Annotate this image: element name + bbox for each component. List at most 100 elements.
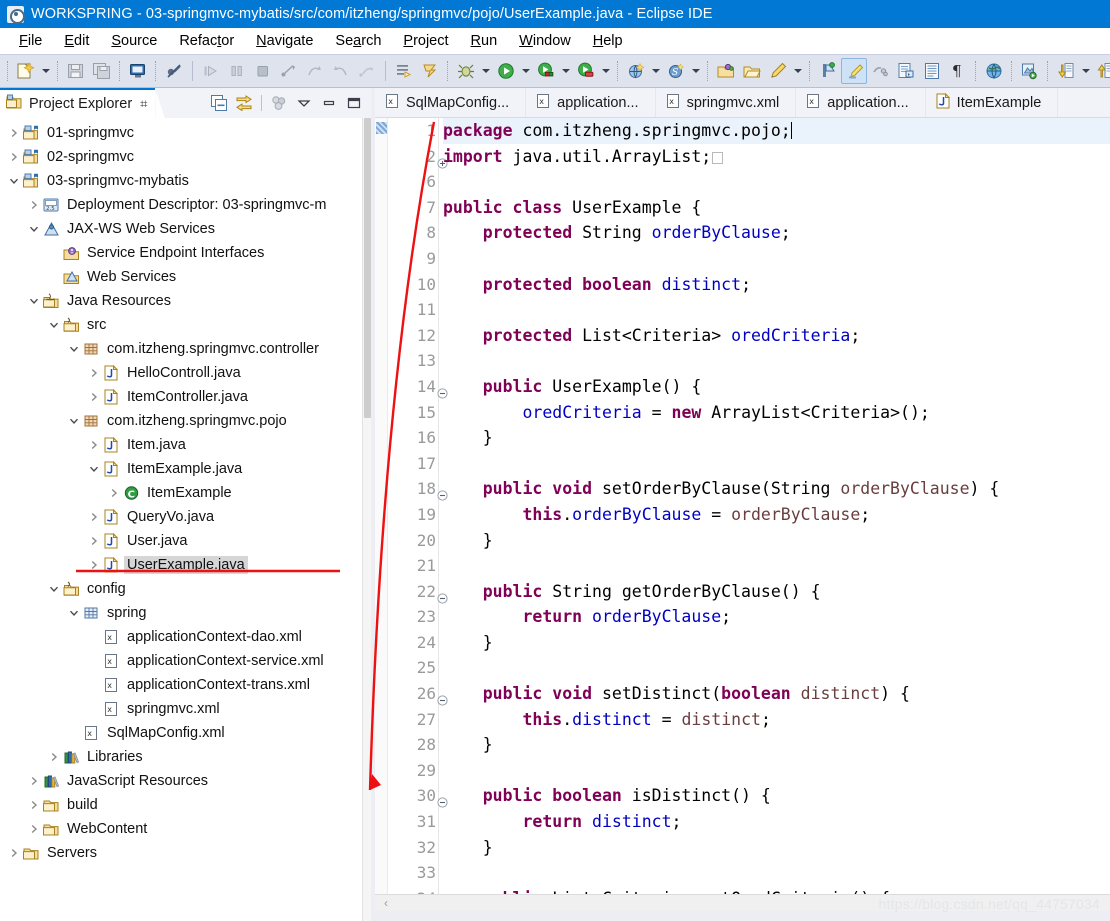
tree-item[interactable]: src <box>0 313 371 337</box>
tree-item[interactable]: Libraries <box>0 745 371 769</box>
chevron-right-icon[interactable] <box>86 440 102 450</box>
tree-item[interactable]: x SqlMapConfig.xml <box>0 721 371 745</box>
web-browser-icon[interactable] <box>981 58 1007 84</box>
collapse-all-icon[interactable] <box>211 95 227 111</box>
chevron-down-icon[interactable] <box>6 176 22 186</box>
debug-dropdown-icon[interactable] <box>479 58 493 84</box>
next-annotation-icon[interactable] <box>391 58 417 84</box>
tree-item[interactable]: 02-springmvc <box>0 145 371 169</box>
search-icon[interactable]: S <box>663 58 689 84</box>
tree-item[interactable]: x applicationContext-dao.xml <box>0 625 371 649</box>
profile-icon[interactable] <box>573 58 599 84</box>
tree-item[interactable]: 03-springmvc-mybatis <box>0 169 371 193</box>
chevron-down-icon[interactable] <box>86 464 102 474</box>
editor-tab[interactable]: ItemExample <box>926 88 1059 117</box>
menu-file[interactable]: File <box>8 31 53 51</box>
next-edit-icon[interactable] <box>1053 58 1079 84</box>
tree-item[interactable]: x springmvc.xml <box>0 697 371 721</box>
editor-tab[interactable]: x application... <box>796 88 926 117</box>
code-line[interactable]: public String getOrderByClause() { <box>443 579 1110 605</box>
code-line[interactable]: package com.itzheng.springmvc.pojo; <box>443 118 1110 144</box>
code-line[interactable] <box>443 655 1110 681</box>
code-line[interactable] <box>443 451 1110 477</box>
focus-on-active-task-icon[interactable] <box>271 95 287 111</box>
tree-item[interactable]: Web Services <box>0 265 371 289</box>
previous-annotation-icon[interactable] <box>417 58 443 84</box>
resume-icon[interactable] <box>198 58 224 84</box>
chevron-right-icon[interactable] <box>6 848 22 858</box>
tree-item[interactable]: x applicationContext-trans.xml <box>0 673 371 697</box>
menu-run[interactable]: Run <box>460 31 509 51</box>
code-line[interactable]: public void setOrderByClause(String orde… <box>443 476 1110 502</box>
code-line[interactable]: protected List<Criteria> oredCriteria; <box>443 323 1110 349</box>
tree-item[interactable]: Service Endpoint Interfaces <box>0 241 371 265</box>
previous-edit-icon[interactable] <box>1093 58 1110 84</box>
collapsed-import-box[interactable] <box>712 151 724 164</box>
external-tools-icon[interactable] <box>1017 58 1043 84</box>
tree-item[interactable]: User.java <box>0 529 371 553</box>
code-line[interactable]: } <box>443 425 1110 451</box>
code-line[interactable] <box>443 246 1110 272</box>
new-java-project-icon[interactable] <box>623 58 649 84</box>
drop-to-frame-icon[interactable] <box>354 58 380 84</box>
link-with-editor-icon[interactable] <box>236 95 252 112</box>
minimize-icon[interactable] <box>321 95 337 111</box>
chevron-right-icon[interactable] <box>86 392 102 402</box>
tree-item[interactable]: ItemController.java <box>0 385 371 409</box>
code-line[interactable]: } <box>443 630 1110 656</box>
tree-item[interactable]: C ItemExample <box>0 481 371 505</box>
tree-item[interactable]: WebContent <box>0 817 371 841</box>
editor-tab[interactable]: x SqlMapConfig... <box>375 88 527 117</box>
tree-item[interactable]: build <box>0 793 371 817</box>
chevron-down-icon[interactable] <box>66 608 82 618</box>
code-line[interactable] <box>443 348 1110 374</box>
pencil-icon[interactable] <box>765 58 791 84</box>
tree-item[interactable]: 01-springmvc <box>0 121 371 145</box>
scroll-left-icon[interactable]: ‹ <box>375 896 397 910</box>
chevron-right-icon[interactable] <box>26 800 42 810</box>
code-line[interactable]: public List<Criteria> getOredCriteria() … <box>443 886 1110 894</box>
toggle-highlight-icon[interactable] <box>841 58 867 84</box>
save-icon[interactable] <box>63 58 89 84</box>
editor-tab[interactable]: x springmvc.xml <box>656 88 797 117</box>
code-line[interactable]: public boolean isDistinct() { <box>443 783 1110 809</box>
code-line[interactable]: } <box>443 835 1110 861</box>
tree-item[interactable]: com.itzheng.springmvc.pojo <box>0 409 371 433</box>
run-icon[interactable] <box>493 58 519 84</box>
editor-body[interactable]: 1 2 6 7 8 9 10 11 12 13 14 15 16 17 18 19 20 21 22 23 24 25 26… <box>375 118 1110 894</box>
tree-item[interactable]: ItemExample.java <box>0 457 371 481</box>
tree-item[interactable]: spring <box>0 601 371 625</box>
explorer-scrollbar[interactable] <box>362 118 371 921</box>
terminate-icon[interactable] <box>250 58 276 84</box>
run-on-server-icon[interactable] <box>533 58 559 84</box>
main-toolbar[interactable]: S ¶ <box>0 54 1110 88</box>
code-line[interactable] <box>443 169 1110 195</box>
code-line[interactable]: return orderByClause; <box>443 604 1110 630</box>
tree-item[interactable]: config <box>0 577 371 601</box>
step-return-icon[interactable] <box>328 58 354 84</box>
tree-item[interactable]: UserExample.java <box>0 553 371 577</box>
console-icon[interactable] <box>125 58 151 84</box>
code-line[interactable] <box>443 860 1110 886</box>
code-line[interactable] <box>443 758 1110 784</box>
tree-item[interactable]: com.itzheng.springmvc.controller <box>0 337 371 361</box>
open-task-icon[interactable] <box>739 58 765 84</box>
menu-refactor[interactable]: Refactor <box>168 31 245 51</box>
chevron-right-icon[interactable] <box>86 560 102 570</box>
maximize-icon[interactable] <box>346 95 362 111</box>
tree-item[interactable]: HelloControll.java <box>0 361 371 385</box>
new-wizard-icon[interactable] <box>13 58 39 84</box>
paragraph-icon[interactable]: ¶ <box>945 58 971 84</box>
pencil-dropdown-icon[interactable] <box>791 58 805 84</box>
code-line[interactable]: return distinct; <box>443 809 1110 835</box>
code-line[interactable]: public void setDistinct(boolean distinct… <box>443 681 1110 707</box>
code-line[interactable]: protected String orderByClause; <box>443 220 1110 246</box>
code-line[interactable] <box>443 297 1110 323</box>
code-line[interactable]: this.distinct = distinct; <box>443 707 1110 733</box>
menu-source[interactable]: Source <box>100 31 168 51</box>
menu-window[interactable]: Window <box>508 31 582 51</box>
chevron-right-icon[interactable] <box>6 128 22 138</box>
code-line[interactable]: this.orderByClause = orderByClause; <box>443 502 1110 528</box>
project-explorer-toolbar[interactable] <box>211 95 371 112</box>
menu-edit[interactable]: Edit <box>53 31 100 51</box>
